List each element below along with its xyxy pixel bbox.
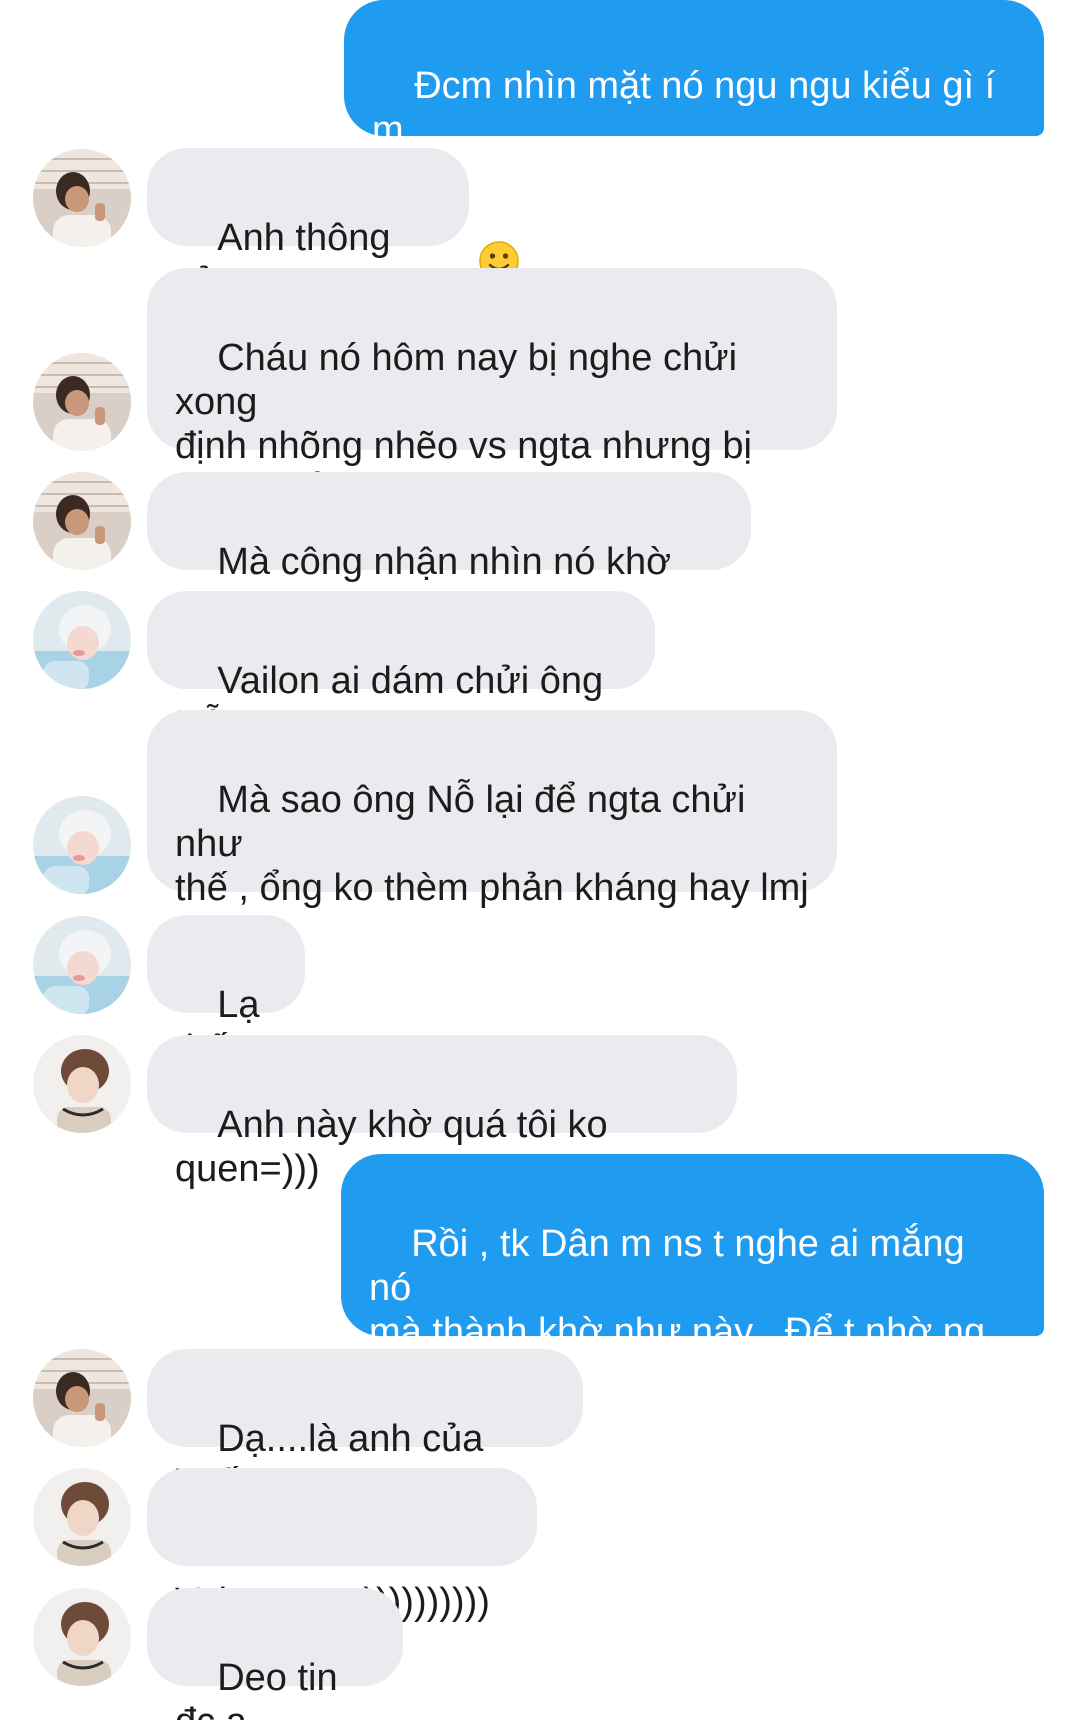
incoming-message-bubble[interactable]: Anh này khờ quá tôi ko quen=))) xyxy=(147,1035,737,1190)
chat-thread: Đcm nhìn mặt nó ngu ngu kiểu gì í m Anh … xyxy=(0,0,1080,1720)
outgoing-message-bubble[interactable]: Đcm nhìn mặt nó ngu ngu kiểu gì í m xyxy=(344,0,1044,281)
incoming-message-bubble[interactable]: Deo tin đc ạ xyxy=(147,1588,403,1720)
incoming-message-bubble[interactable]: Anh thông cảm xyxy=(147,148,469,303)
incoming-message-bubble[interactable]: Vaicameo=)))))))))) xyxy=(147,1468,537,1623)
incoming-message-bubble[interactable]: Mà sao ông Nỗ lại để ngta chửi như thế ,… xyxy=(147,710,837,953)
avatar-sender-a[interactable] xyxy=(33,149,131,247)
incoming-message-bubble[interactable]: Lạ thế xyxy=(147,915,305,1070)
avatar-sender-b[interactable] xyxy=(33,916,131,1014)
avatar-sender-a[interactable] xyxy=(33,472,131,570)
avatar-sender-c[interactable] xyxy=(33,1588,131,1686)
avatar-sender-c[interactable] xyxy=(33,1468,131,1566)
outgoing-message-bubble[interactable]: Rồi , tk Dân m ns t nghe ai mắng nó mà t… xyxy=(341,1154,1044,1397)
incoming-message-bubble[interactable]: Cháu nó hôm nay bị nghe chửi xong định n… xyxy=(147,268,837,511)
message-text: Deo tin đc ạ xyxy=(175,1657,338,1720)
incoming-message-bubble[interactable]: Vailon ai dám chửi ông Nỗ xyxy=(147,591,655,746)
avatar-sender-b[interactable] xyxy=(33,796,131,894)
avatar-sender-a[interactable] xyxy=(33,1349,131,1447)
message-text: Đcm nhìn mặt nó ngu ngu kiểu gì í m xyxy=(372,65,1006,151)
avatar-sender-c[interactable] xyxy=(33,1035,131,1133)
avatar-sender-a[interactable] xyxy=(33,353,131,451)
incoming-message-bubble[interactable]: Mà công nhận nhìn nó khờ vãi xyxy=(147,472,751,670)
incoming-message-bubble[interactable]: Dạ....là anh của Tuấn ạ xyxy=(147,1349,583,1504)
avatar-sender-b[interactable] xyxy=(33,591,131,689)
